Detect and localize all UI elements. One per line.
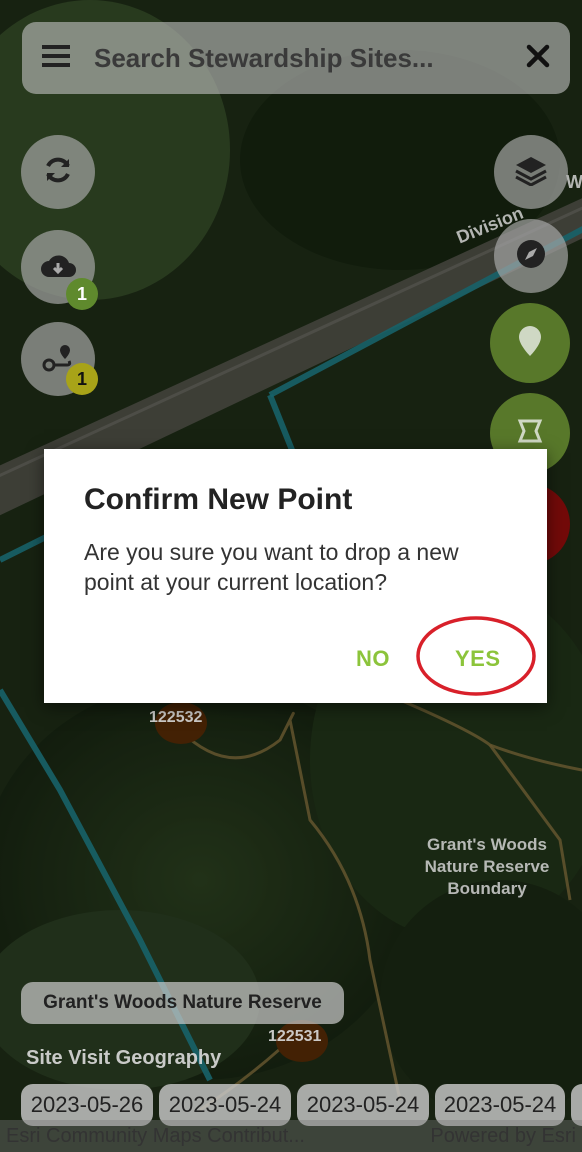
site-name-chip[interactable]: Grant's Woods Nature Reserve <box>21 982 344 1024</box>
confirm-dialog: Confirm New Point Are you sure you want … <box>44 449 547 703</box>
search-input[interactable]: Search Stewardship Sites... <box>70 43 526 74</box>
close-icon[interactable] <box>526 44 550 73</box>
boundary-label-line: Grant's Woods <box>427 835 547 854</box>
layer-label: Site Visit Geography <box>26 1047 222 1069</box>
polygon-icon <box>515 416 545 451</box>
attribution-text: Esri Community Maps Contribut... <box>6 1124 305 1147</box>
boundary-label-line: Boundary <box>447 879 527 898</box>
add-point-button[interactable] <box>490 303 570 383</box>
yes-highlight-circle <box>416 616 536 696</box>
powered-by-text: Powered by Esri <box>430 1124 576 1147</box>
location-pin-icon <box>518 325 542 362</box>
search-bar[interactable]: Search Stewardship Sites... <box>22 22 570 94</box>
no-button[interactable]: NO <box>356 646 390 672</box>
sync-button[interactable] <box>21 135 95 209</box>
boundary-label-line: Nature Reserve <box>424 857 550 876</box>
layers-icon <box>514 154 548 191</box>
layers-button[interactable] <box>494 135 568 209</box>
compass-icon <box>515 238 547 275</box>
marker-label: 122531 <box>268 1028 322 1045</box>
marker-label: 122532 <box>149 709 203 726</box>
menu-icon[interactable] <box>42 44 70 72</box>
map-attribution: Esri Community Maps Contribut... Powered… <box>0 1120 582 1152</box>
sync-icon <box>42 154 74 191</box>
dialog-message: Are you sure you want to drop a new poin… <box>84 539 459 595</box>
cloud-download-icon <box>40 251 76 284</box>
road-label-suffix: W <box>566 172 582 192</box>
dialog-title: Confirm New Point <box>84 483 353 516</box>
boundary-label: Grant's Woods Nature Reserve Boundary <box>412 834 562 900</box>
download-count-badge: 1 <box>66 278 98 310</box>
route-count-badge: 1 <box>66 363 98 395</box>
compass-button[interactable] <box>494 219 568 293</box>
